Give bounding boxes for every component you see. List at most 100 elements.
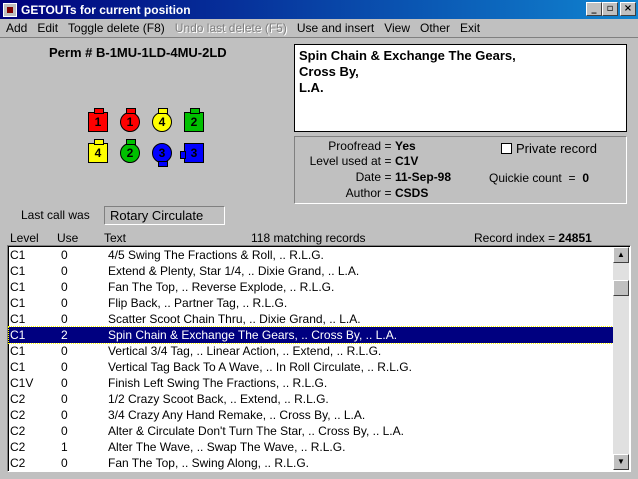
row-text: Spin Chain & Exchange The Gears, .. Cros…: [108, 328, 398, 342]
minimize-button[interactable]: _: [586, 2, 602, 16]
table-row[interactable]: C2 0 1/2 Crazy Scoot Back, .. Extend, .. R…: [9, 391, 615, 407]
table-row[interactable]: C2 0 Alter & Circulate Don't Turn The Star…: [9, 423, 615, 439]
row-level: C1: [10, 264, 26, 278]
menu-view[interactable]: View: [378, 21, 414, 35]
menu-undo-last-delete[interactable]: Undo last delete (F5): [169, 21, 291, 35]
title-bar: GETOUTs for current position _ ▫ ×: [0, 0, 638, 19]
proofread-row: Proofread = Yes: [295, 139, 416, 153]
call-line: Spin Chain & Exchange The Gears,: [299, 48, 516, 63]
row-text: Alter The Wave, .. Swap The Wave, .. R.L…: [108, 440, 346, 454]
table-row[interactable]: C1 0 Vertical Tag Back To A Wave, .. In Ro…: [9, 359, 615, 375]
row-text: Vertical Tag Back To A Wave, .. In Roll …: [108, 360, 412, 374]
author-label: Author: [345, 186, 381, 200]
record-index-label: Record index: [474, 231, 545, 245]
dancer-boy: 2: [184, 108, 204, 132]
row-level: C1: [10, 360, 26, 374]
row-level: C1: [10, 328, 26, 342]
quickie-count: Quickie count = 0: [489, 171, 589, 185]
dancer-number: 1: [126, 115, 134, 129]
row-text: Extend & Plenty, Star 1/4, .. Dixie Gran…: [108, 264, 360, 278]
scroll-thumb[interactable]: [613, 280, 629, 296]
row-use: 2: [61, 328, 68, 342]
row-text: Flip Back, .. Partner Tag, .. R.L.G.: [108, 296, 288, 310]
dancer-girl: 2: [120, 139, 140, 163]
menu-exit[interactable]: Exit: [454, 21, 484, 35]
record-index: Record index = 24851: [474, 231, 592, 245]
call-line: Cross By,: [299, 64, 359, 79]
equals-sign: =: [548, 231, 556, 245]
close-button[interactable]: ×: [620, 2, 636, 16]
table-row[interactable]: C1 0 Extend & Plenty, Star 1/4, .. Dixie G…: [9, 263, 615, 279]
app-icon[interactable]: [3, 2, 17, 17]
row-use: 0: [61, 376, 68, 390]
vertical-scrollbar[interactable]: ▲ ▼: [613, 247, 629, 470]
table-row[interactable]: C1 2 Spin Chain & Exchange The Gears, .. C…: [8, 326, 616, 344]
last-call-label: Last call was: [21, 208, 90, 222]
results-list[interactable]: C1 0 4/5 Swing The Fractions & Roll, .. R.…: [7, 245, 631, 472]
row-text: Scatter Scoot Chain Thru, .. Dixie Grand…: [108, 312, 361, 326]
row-level: C2: [10, 424, 26, 438]
date-row: Date = 11-Sep-98: [295, 170, 451, 184]
equals-sign: =: [384, 170, 392, 184]
row-level: C1: [10, 280, 26, 294]
maximize-button[interactable]: ▫: [602, 2, 618, 16]
date-value: 11-Sep-98: [395, 170, 452, 184]
checkbox-box[interactable]: [501, 143, 512, 154]
menu-add[interactable]: Add: [0, 21, 31, 35]
equals-sign: =: [568, 171, 576, 185]
call-text-box[interactable]: Spin Chain & Exchange The Gears, Cross B…: [294, 44, 627, 132]
quickie-value: 0: [582, 171, 590, 185]
row-level: C2: [10, 408, 26, 422]
row-use: 1: [61, 440, 68, 454]
row-level: C1: [10, 344, 26, 358]
dancer-girl: 4: [152, 108, 172, 132]
row-use: 0: [61, 344, 68, 358]
row-use: 0: [61, 296, 68, 310]
row-use: 0: [61, 360, 68, 374]
dancer-boy: 1: [88, 108, 108, 132]
table-row[interactable]: C1 0 Vertical 3/4 Tag, .. Linear Action, .…: [9, 343, 615, 359]
call-line: L.A.: [299, 80, 324, 95]
row-text: Finish Left Swing The Fractions, .. R.L.…: [108, 376, 328, 390]
row-level: C2: [10, 440, 26, 454]
row-use: 0: [61, 456, 68, 470]
column-header-level: Level: [10, 231, 39, 245]
table-row[interactable]: C2 1 Alter The Wave, .. Swap The Wave, .. …: [9, 439, 615, 455]
row-text: 1/2 Crazy Scoot Back, .. Extend, .. R.L.…: [108, 392, 329, 406]
menu-edit[interactable]: Edit: [31, 21, 62, 35]
window-title: GETOUTs for current position: [21, 2, 191, 17]
column-header-use: Use: [57, 231, 79, 245]
table-row[interactable]: C1 0 Scatter Scoot Chain Thru, .. Dixie Gr…: [9, 311, 615, 327]
row-level: C1: [10, 312, 26, 326]
private-record-label[interactable]: Private record: [516, 141, 597, 156]
dancer-number: 4: [94, 146, 102, 160]
menu-other[interactable]: Other: [414, 21, 454, 35]
matching-count: 118 matching records: [251, 231, 366, 245]
table-row[interactable]: C1 0 4/5 Swing The Fractions & Roll, .. R.…: [9, 247, 615, 263]
level-row: Level used at = C1V: [295, 154, 419, 168]
date-label: Date: [355, 170, 381, 184]
row-use: 0: [61, 312, 68, 326]
author-value: CSDS: [395, 186, 429, 200]
equals-sign: =: [384, 154, 392, 168]
perm-label: Perm # B-1MU-1LD-4MU-2LD: [49, 45, 227, 60]
quickie-label: Quickie count: [489, 171, 562, 185]
menu-use-and-insert[interactable]: Use and insert: [291, 21, 378, 35]
scroll-down-button[interactable]: ▼: [613, 454, 629, 470]
author-row: Author = CSDS: [295, 186, 429, 200]
table-row[interactable]: C1V 0 Finish Left Swing The Fractions, .. …: [9, 375, 615, 391]
row-text: Vertical 3/4 Tag, .. Linear Action, .. E…: [108, 344, 382, 358]
table-row[interactable]: C1 0 Fan The Top, .. Reverse Explode, .. R…: [9, 279, 615, 295]
row-use: 0: [61, 392, 68, 406]
row-level: C1: [10, 248, 26, 262]
menu-toggle-delete[interactable]: Toggle delete (F8): [62, 21, 169, 35]
table-row[interactable]: C2 0 Fan The Top, .. Swing Along, .. R.L.G…: [9, 455, 615, 471]
private-record-checkbox[interactable]: Private record: [501, 141, 597, 156]
proofread-value: Yes: [395, 139, 416, 153]
table-row[interactable]: C1 0 Flip Back, .. Partner Tag, .. R.L.G.: [9, 295, 615, 311]
equals-sign: =: [384, 186, 392, 200]
table-row[interactable]: C2 0 3/4 Crazy Any Hand Remake, .. Cross B…: [9, 407, 615, 423]
scroll-up-button[interactable]: ▲: [613, 247, 629, 263]
row-text: 4/5 Swing The Fractions & Roll, .. R.L.G…: [108, 248, 324, 262]
dancer-number: 2: [126, 146, 134, 160]
